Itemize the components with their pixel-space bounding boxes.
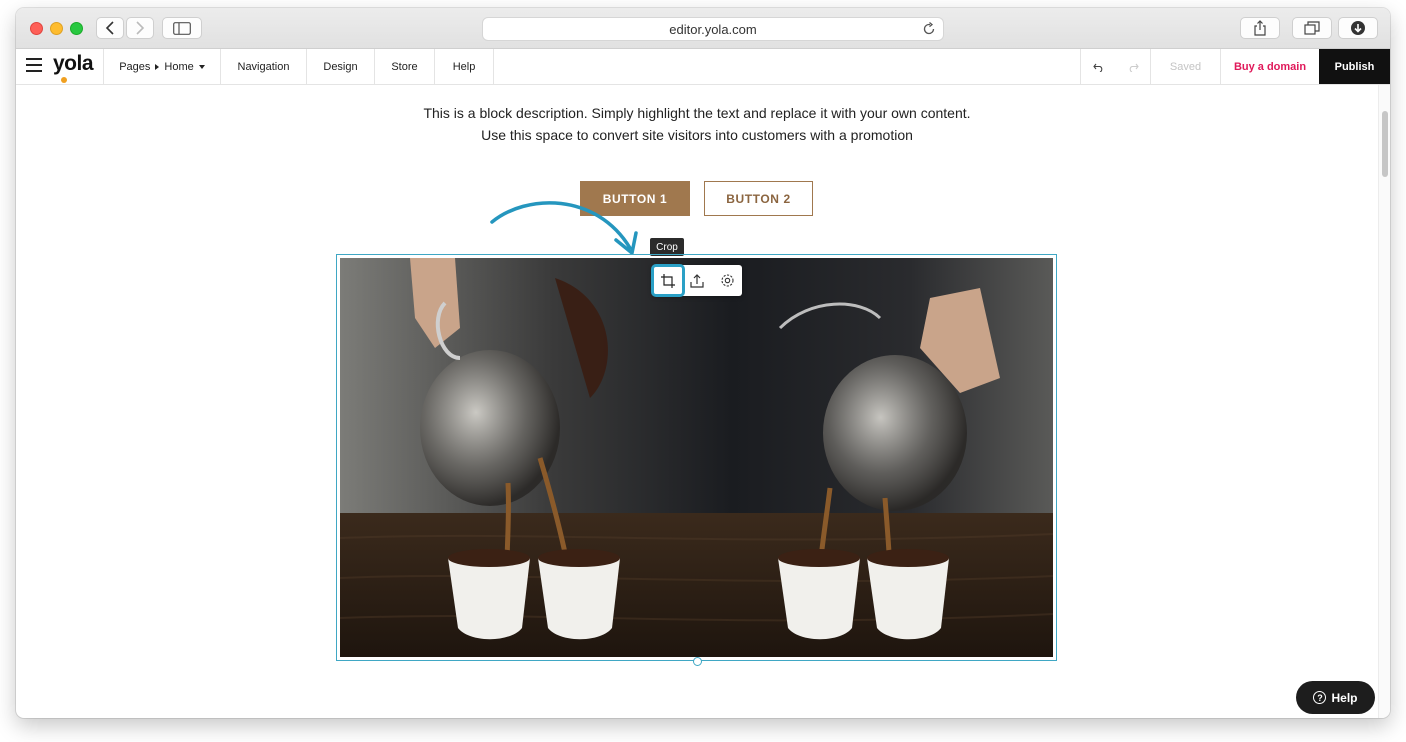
tabs-overview-button[interactable] bbox=[1292, 17, 1332, 39]
button-2[interactable]: BUTTON 2 bbox=[704, 181, 813, 216]
nav-store-label: Store bbox=[391, 60, 418, 73]
share-icon bbox=[1254, 20, 1266, 36]
yola-logo[interactable]: yola bbox=[53, 52, 94, 83]
nav-navigation[interactable]: Navigation bbox=[221, 49, 307, 84]
reload-icon[interactable] bbox=[921, 21, 937, 37]
crop-button[interactable] bbox=[651, 264, 685, 297]
buy-domain-button[interactable]: Buy a domain bbox=[1220, 49, 1319, 84]
chevron-right-icon bbox=[136, 21, 145, 35]
browser-window: editor.yola.com yola Pages Home Navigati… bbox=[16, 8, 1390, 718]
nav-help[interactable]: Help bbox=[435, 49, 494, 84]
chevron-left-icon bbox=[105, 21, 114, 35]
block-description-line-1[interactable]: This is a block description. Simply high… bbox=[16, 105, 1378, 121]
nav-help-label: Help bbox=[452, 60, 476, 73]
address-text: editor.yola.com bbox=[669, 22, 757, 37]
nav-store[interactable]: Store bbox=[375, 49, 435, 84]
nav-design[interactable]: Design bbox=[307, 49, 375, 84]
nav-design-label: Design bbox=[323, 60, 358, 73]
caret-down-icon bbox=[198, 64, 205, 69]
help-button[interactable]: ? Help bbox=[1296, 681, 1375, 714]
block-description-line-2[interactable]: Use this space to convert site visitors … bbox=[16, 127, 1378, 143]
redo-icon bbox=[1129, 63, 1139, 72]
close-window-button[interactable] bbox=[30, 22, 43, 35]
help-icon: ? bbox=[1313, 691, 1327, 704]
publish-button[interactable]: Publish bbox=[1319, 49, 1390, 84]
browser-titlebar: editor.yola.com bbox=[16, 8, 1390, 49]
undo-button[interactable] bbox=[1080, 49, 1116, 84]
editor-toolbar: yola Pages Home Navigation Design Store … bbox=[16, 49, 1390, 85]
undo-icon bbox=[1092, 63, 1102, 72]
download-icon bbox=[1351, 21, 1365, 35]
forward-button[interactable] bbox=[126, 17, 154, 39]
pages-label: Pages bbox=[119, 60, 151, 73]
logo-dot bbox=[61, 77, 67, 83]
scrollbar-thumb[interactable] bbox=[1382, 111, 1388, 177]
share-button[interactable] bbox=[1240, 17, 1280, 39]
address-bar[interactable]: editor.yola.com bbox=[482, 17, 944, 41]
vertical-scrollbar[interactable] bbox=[1378, 85, 1390, 718]
image-toolbar bbox=[651, 264, 742, 297]
current-page-label: Home bbox=[164, 60, 194, 73]
downloads-button[interactable] bbox=[1338, 17, 1378, 39]
zoom-window-button[interactable] bbox=[70, 22, 83, 35]
crop-icon bbox=[661, 273, 675, 288]
coffee-photo[interactable] bbox=[340, 258, 1053, 657]
settings-icon bbox=[720, 274, 734, 287]
image-block[interactable] bbox=[336, 254, 1057, 661]
redo-button[interactable] bbox=[1116, 49, 1150, 84]
image-settings-button[interactable] bbox=[712, 265, 742, 296]
nav-navigation-label: Navigation bbox=[237, 60, 290, 73]
coffee-pour-image bbox=[340, 258, 1053, 657]
minimize-window-button[interactable] bbox=[50, 22, 63, 35]
sidebar-toggle-button[interactable] bbox=[162, 17, 202, 39]
replace-image-button[interactable] bbox=[682, 265, 712, 296]
sidebar-icon bbox=[173, 21, 191, 35]
menu-icon[interactable] bbox=[26, 58, 42, 74]
back-button[interactable] bbox=[96, 17, 124, 39]
pages-dropdown[interactable]: Pages Home bbox=[103, 49, 221, 84]
caret-right-icon bbox=[155, 63, 160, 70]
saved-status: Saved bbox=[1150, 49, 1220, 84]
help-label: Help bbox=[1331, 690, 1358, 705]
tabs-icon bbox=[1304, 21, 1320, 35]
resize-handle[interactable] bbox=[693, 657, 702, 666]
upload-icon bbox=[690, 273, 704, 288]
